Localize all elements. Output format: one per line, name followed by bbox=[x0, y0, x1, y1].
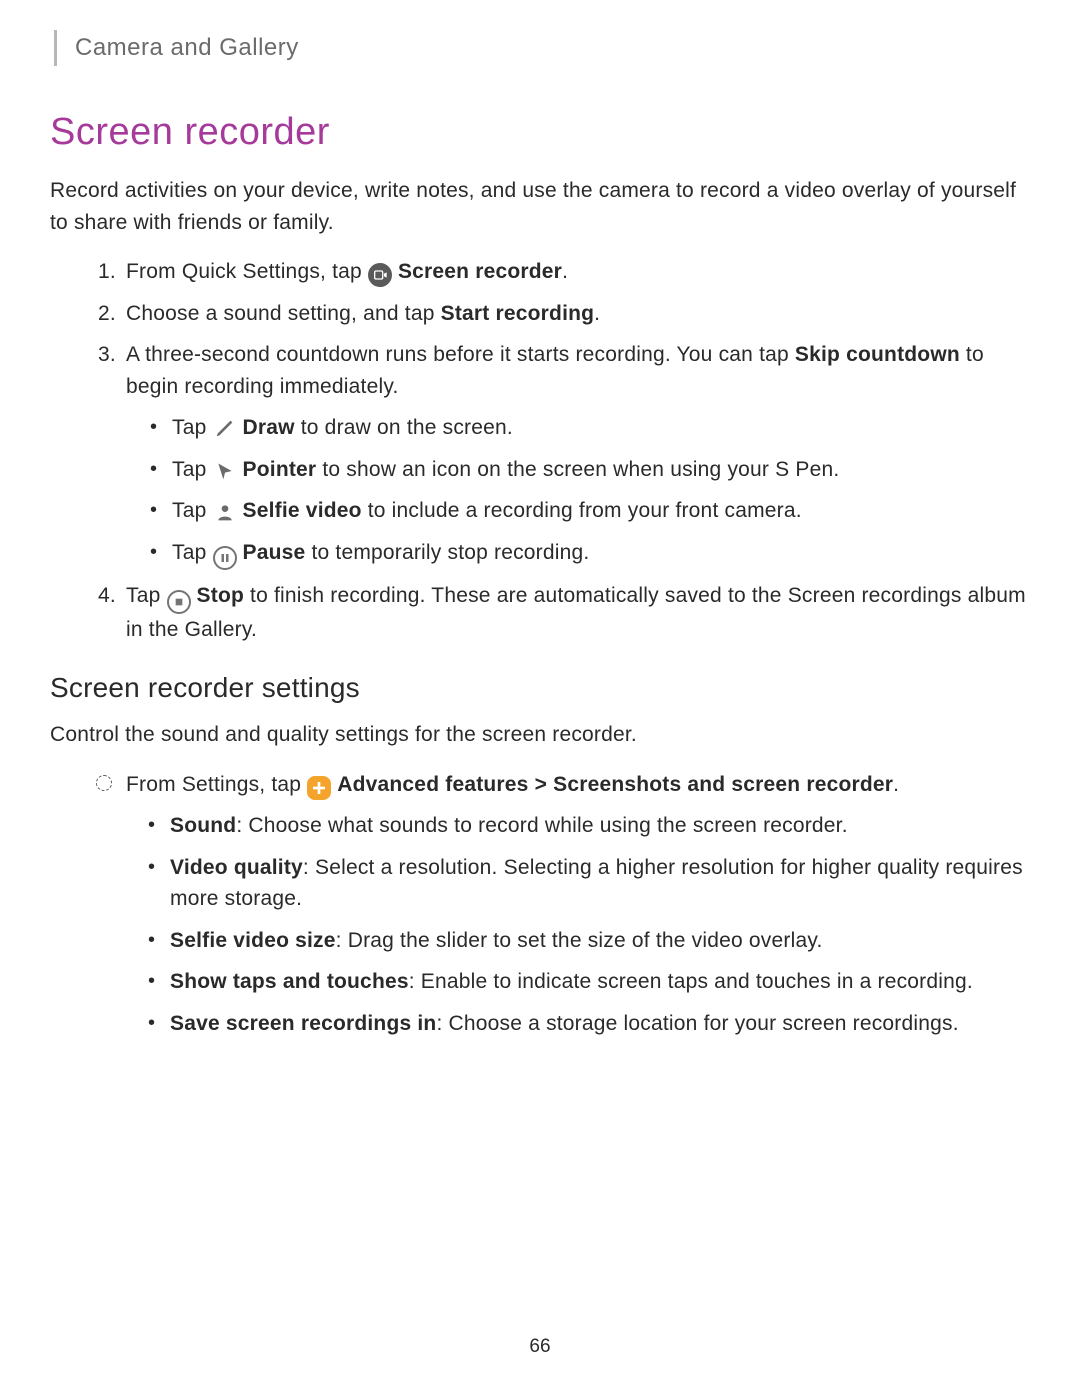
opt-save-bold: Save screen recordings in bbox=[170, 1012, 436, 1035]
opt-sound-bold: Sound bbox=[170, 814, 236, 837]
step-3-sublist: Tap Draw to draw on the screen. Tap Poin… bbox=[126, 412, 1030, 570]
step-1-post: . bbox=[562, 260, 568, 283]
settings-from-post: . bbox=[893, 773, 899, 796]
sub-selfie: Tap Selfie video to include a recording … bbox=[150, 495, 1030, 527]
breadcrumb-wrap: Camera and Gallery bbox=[54, 30, 1030, 66]
sub-pause-bold: Pause bbox=[243, 541, 306, 564]
opt-sound: Sound: Choose what sounds to record whil… bbox=[148, 810, 1030, 842]
sub-pause-post: to temporarily stop recording. bbox=[305, 541, 589, 564]
step-1-bold: Screen recorder bbox=[398, 260, 562, 283]
sub-draw: Tap Draw to draw on the screen. bbox=[150, 412, 1030, 444]
opt-taps: Show taps and touches: Enable to indicat… bbox=[148, 966, 1030, 998]
settings-heading: Screen recorder settings bbox=[50, 667, 1030, 709]
page-title: Screen recorder bbox=[50, 104, 1030, 161]
opt-save: Save screen recordings in: Choose a stor… bbox=[148, 1008, 1030, 1040]
draw-icon bbox=[213, 416, 237, 440]
screen-recorder-icon bbox=[368, 263, 392, 287]
sub-selfie-bold: Selfie video bbox=[243, 499, 362, 522]
settings-from-pre: From Settings, tap bbox=[126, 773, 307, 796]
sub-pointer: Tap Pointer to show an icon on the scree… bbox=[150, 454, 1030, 486]
opt-selfie: Selfie video size: Drag the slider to se… bbox=[148, 925, 1030, 957]
step-3-pre: A three-second countdown runs before it … bbox=[126, 343, 795, 366]
settings-list: From Settings, tap Advanced features > S… bbox=[50, 769, 1030, 1040]
opt-selfie-bold: Selfie video size bbox=[170, 929, 336, 952]
sub-draw-bold: Draw bbox=[243, 416, 295, 439]
sub-pointer-pre: Tap bbox=[172, 458, 213, 481]
step-4-post: to finish recording. These are automatic… bbox=[126, 584, 1026, 641]
opt-taps-bold: Show taps and touches bbox=[170, 970, 409, 993]
opt-save-post: : Choose a storage location for your scr… bbox=[436, 1012, 958, 1035]
step-1-pre: From Quick Settings, tap bbox=[126, 260, 368, 283]
intro-paragraph: Record activities on your device, write … bbox=[50, 175, 1030, 238]
step-2-bold: Start recording bbox=[441, 302, 595, 325]
selfie-icon bbox=[213, 500, 237, 524]
stop-icon bbox=[167, 590, 191, 614]
step-1: From Quick Settings, tap Screen recorder… bbox=[122, 256, 1030, 288]
step-3-bold: Skip countdown bbox=[795, 343, 960, 366]
sub-pause-pre: Tap bbox=[172, 541, 213, 564]
opt-video-bold: Video quality bbox=[170, 856, 303, 879]
sub-draw-post: to draw on the screen. bbox=[295, 416, 513, 439]
sub-pointer-post: to show an icon on the screen when using… bbox=[316, 458, 839, 481]
sub-selfie-post: to include a recording from your front c… bbox=[362, 499, 802, 522]
settings-intro: Control the sound and quality settings f… bbox=[50, 719, 1030, 751]
step-2-pre: Choose a sound setting, and tap bbox=[126, 302, 441, 325]
breadcrumb: Camera and Gallery bbox=[75, 30, 1030, 66]
settings-from-bold2: Screenshots and screen recorder bbox=[553, 773, 893, 796]
sub-selfie-pre: Tap bbox=[172, 499, 213, 522]
advanced-features-icon bbox=[307, 776, 331, 800]
step-4-bold: Stop bbox=[197, 584, 244, 607]
sub-pointer-bold: Pointer bbox=[243, 458, 317, 481]
opt-video: Video quality: Select a resolution. Sele… bbox=[148, 852, 1030, 915]
step-4-pre: Tap bbox=[126, 584, 167, 607]
settings-from-bold1: Advanced features bbox=[337, 773, 528, 796]
sub-draw-pre: Tap bbox=[172, 416, 213, 439]
pause-icon bbox=[213, 546, 237, 570]
opt-sound-post: : Choose what sounds to record while usi… bbox=[236, 814, 847, 837]
step-4: Tap Stop to finish recording. These are … bbox=[122, 580, 1030, 646]
settings-options: Sound: Choose what sounds to record whil… bbox=[126, 810, 1030, 1039]
step-3: A three-second countdown runs before it … bbox=[122, 339, 1030, 570]
page-number: 66 bbox=[529, 1333, 550, 1362]
settings-from: From Settings, tap Advanced features > S… bbox=[98, 769, 1030, 1040]
opt-taps-post: : Enable to indicate screen taps and tou… bbox=[409, 970, 973, 993]
step-2: Choose a sound setting, and tap Start re… bbox=[122, 298, 1030, 330]
pointer-icon bbox=[213, 459, 237, 483]
opt-selfie-post: : Drag the slider to set the size of the… bbox=[336, 929, 823, 952]
settings-from-gt: > bbox=[529, 773, 554, 796]
step-2-post: . bbox=[594, 302, 600, 325]
sub-pause: Tap Pause to temporarily stop recording. bbox=[150, 537, 1030, 570]
steps-list: From Quick Settings, tap Screen recorder… bbox=[50, 256, 1030, 645]
